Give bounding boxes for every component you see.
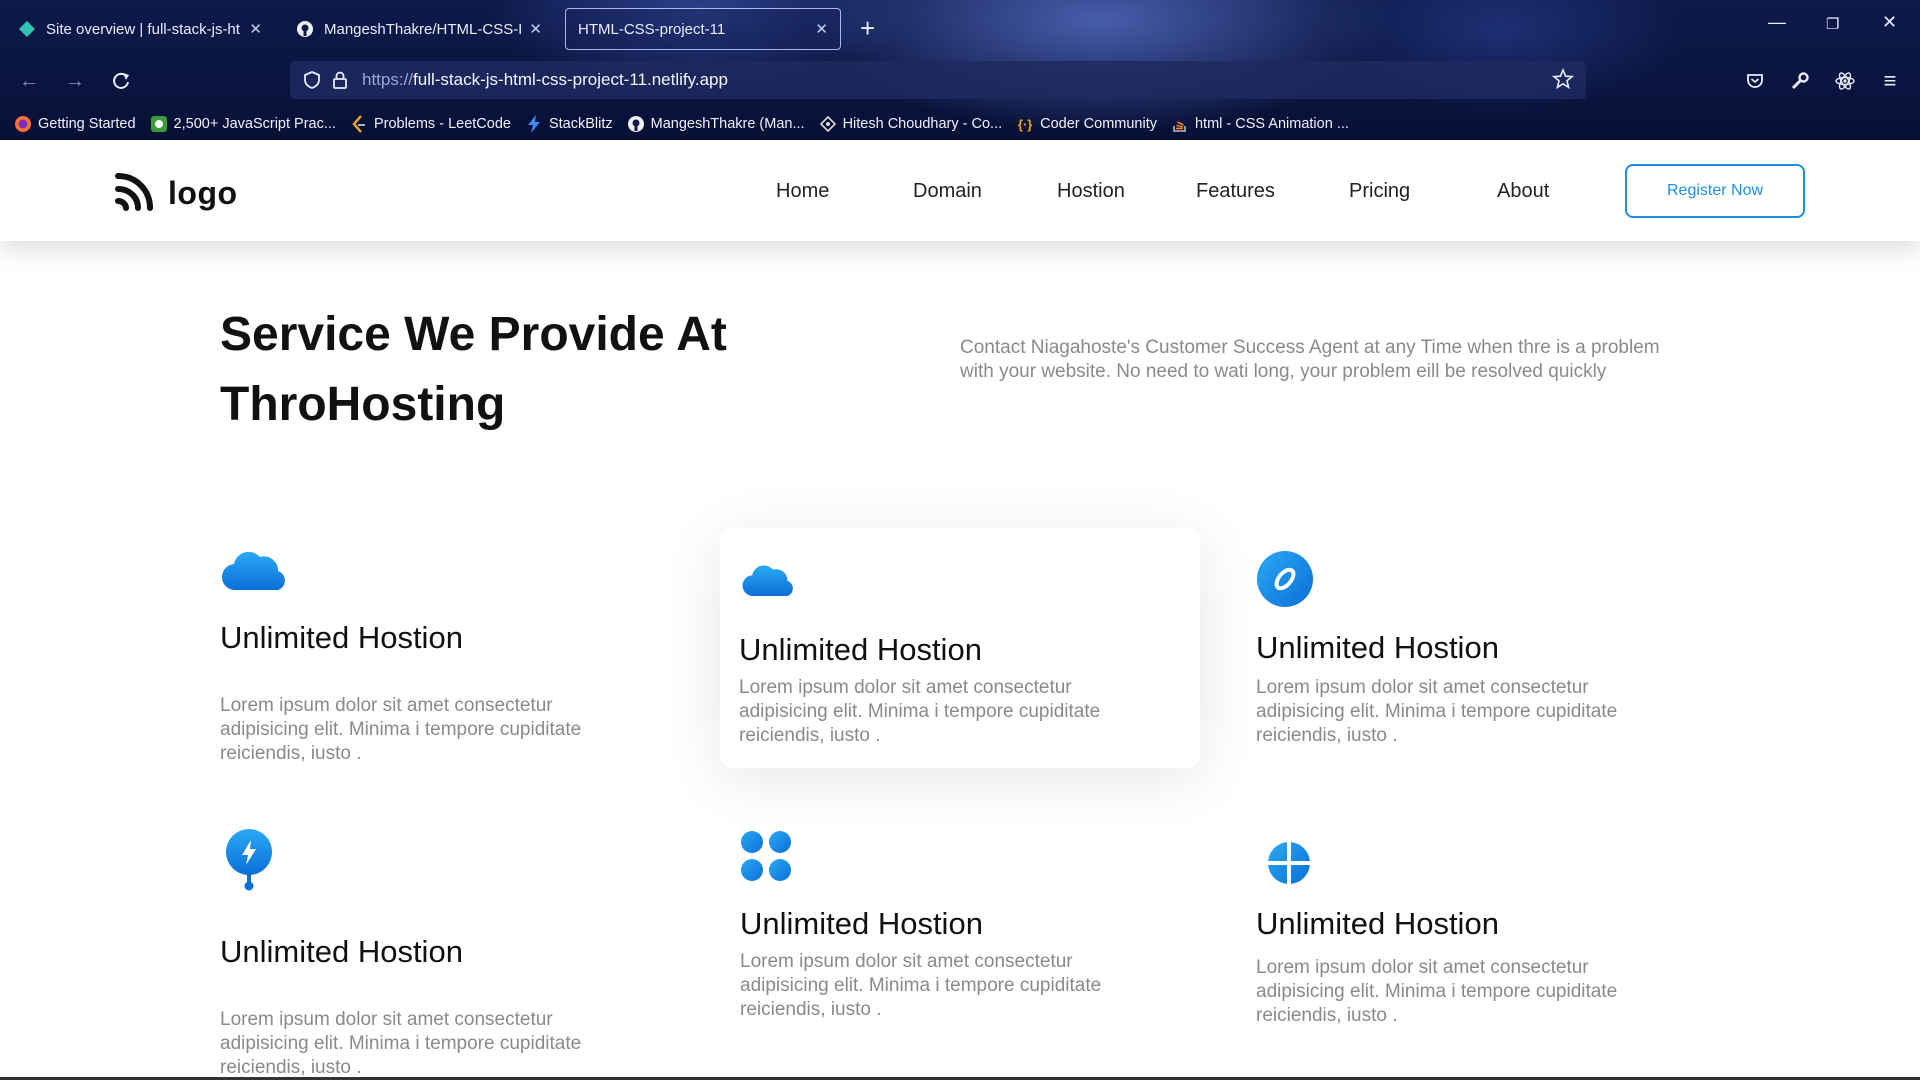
service-card: Unlimited Hostion Lorem ipsum dolor sit … — [740, 830, 1220, 1070]
section-title: Service We Provide At ThroHosting — [220, 308, 727, 431]
lock-icon[interactable] — [328, 68, 352, 92]
service-card: Unlimited Hostion Lorem ipsum dolor sit … — [1256, 550, 1736, 790]
minimize-icon[interactable]: — — [1768, 12, 1786, 33]
bookmark-label: Getting Started — [38, 116, 136, 132]
service-card: Unlimited Hostion Lorem ipsum dolor sit … — [220, 828, 700, 1078]
card-title: Unlimited Hostion — [1256, 906, 1499, 941]
card-text: Lorem ipsum dolor sit amet consectetur a… — [740, 951, 1102, 1020]
card-title: Unlimited Hostion — [220, 620, 463, 655]
stackoverflow-icon — [1171, 115, 1189, 133]
nav-domain[interactable]: Domain — [913, 180, 982, 203]
tab-active[interactable]: HTML-CSS-project-11 ✕ — [565, 8, 841, 50]
cloud-icon — [220, 540, 290, 605]
bookmark-item[interactable]: Hitesh Choudhary - Co... — [819, 115, 1003, 133]
tab-github[interactable]: MangeshThakre/HTML-CSS-Proj ✕ — [284, 8, 554, 50]
react-devtools-icon[interactable] — [1830, 66, 1860, 96]
site-logo[interactable]: logo — [114, 170, 238, 217]
forward-icon[interactable]: → — [60, 66, 90, 96]
nav-home[interactable]: Home — [776, 180, 829, 203]
close-icon[interactable]: ✕ — [815, 20, 828, 38]
bookmark-item[interactable]: Problems - LeetCode — [350, 115, 511, 133]
bookmark-item[interactable]: 2,500+ JavaScript Prac... — [150, 115, 336, 133]
bookmark-label: Hitesh Choudhary - Co... — [842, 116, 1003, 132]
bookmarks-bar: Getting Started 2,500+ JavaScript Prac..… — [0, 110, 1920, 138]
back-icon[interactable]: ← — [14, 66, 44, 96]
tab-title: Site overview | full-stack-js-html — [46, 20, 242, 38]
bookmark-label: html - CSS Animation ... — [1194, 116, 1349, 132]
bookmark-label: 2,500+ JavaScript Prac... — [173, 116, 336, 132]
menu-icon[interactable]: ≡ — [1875, 66, 1905, 96]
firefox-icon — [14, 115, 32, 133]
wrench-icon[interactable] — [1785, 66, 1815, 96]
leetcode-icon — [350, 115, 368, 133]
service-card: Unlimited Hostion Lorem ipsum dolor sit … — [1256, 840, 1736, 1080]
rocket-circle-icon — [1256, 550, 1314, 613]
bookmark-label: Coder Community — [1040, 116, 1157, 132]
bookmark-item[interactable]: {·} Coder Community — [1016, 115, 1157, 133]
url-text: https://full-stack-js-html-css-project-1… — [362, 70, 728, 90]
nav-pricing[interactable]: Pricing — [1349, 180, 1410, 203]
site-header: logo Home Domain Hostion Features Pricin… — [0, 140, 1920, 241]
pocket-icon[interactable] — [1740, 66, 1770, 96]
grid-dots-icon — [740, 830, 792, 887]
pie-chart-icon — [1266, 840, 1312, 891]
tab-site-overview[interactable]: Site overview | full-stack-js-html ✕ — [6, 8, 274, 50]
github-icon — [296, 20, 314, 38]
cloud-icon — [740, 556, 798, 609]
bookmark-label: Problems - LeetCode — [373, 116, 511, 132]
code-icon: {·} — [1017, 116, 1033, 132]
restore-icon[interactable]: ❐ — [1826, 15, 1839, 33]
window-close-icon[interactable]: ✕ — [1882, 12, 1897, 33]
card-text: Lorem ipsum dolor sit amet consectetur a… — [1256, 677, 1618, 746]
card-title: Unlimited Hostion — [1256, 630, 1499, 665]
reload-icon[interactable] — [106, 66, 136, 96]
web-page: logo Home Domain Hostion Features Pricin… — [0, 140, 1920, 1080]
card-text: Lorem ipsum dolor sit amet consectetur a… — [220, 1009, 582, 1078]
nav-about[interactable]: About — [1497, 180, 1549, 203]
github-icon — [627, 115, 645, 133]
section-description: Contact Niagahoste's Customer Success Ag… — [960, 337, 1660, 382]
bookmark-item[interactable]: MangeshThakre (Man... — [627, 115, 805, 133]
logo-text: logo — [168, 175, 238, 211]
lightning-pin-icon — [223, 828, 275, 899]
stackblitz-icon — [525, 115, 543, 133]
nav-hostion[interactable]: Hostion — [1057, 180, 1125, 203]
card-title: Unlimited Hostion — [739, 632, 982, 667]
register-now-button[interactable]: Register Now — [1625, 164, 1805, 218]
card-title: Unlimited Hostion — [220, 934, 463, 969]
w3resource-icon — [150, 115, 168, 133]
bookmark-label: StackBlitz — [548, 116, 613, 132]
card-title: Unlimited Hostion — [740, 906, 983, 941]
close-icon[interactable]: ✕ — [529, 20, 542, 38]
url-protocol: https:// — [362, 70, 414, 89]
hitesh-icon — [819, 115, 837, 133]
navigation-toolbar: ← → https://full-stack-js-html-css-proje… — [0, 58, 1920, 104]
bookmark-label: MangeshThakre (Man... — [650, 116, 805, 132]
shield-icon[interactable] — [300, 68, 324, 92]
close-icon[interactable]: ✕ — [249, 20, 262, 38]
bookmark-item[interactable]: Getting Started — [14, 115, 136, 133]
browser-chrome: Site overview | full-stack-js-html ✕ Man… — [0, 0, 1920, 140]
card-text: Lorem ipsum dolor sit amet consectetur a… — [739, 677, 1101, 746]
nav-features[interactable]: Features — [1196, 180, 1275, 203]
card-text: Lorem ipsum dolor sit amet consectetur a… — [220, 695, 582, 764]
url-bar[interactable]: https://full-stack-js-html-css-project-1… — [290, 61, 1586, 99]
tab-title: HTML-CSS-project-11 — [578, 20, 726, 38]
bookmark-star-icon[interactable] — [1551, 67, 1575, 95]
tab-title: MangeshThakre/HTML-CSS-Proj — [324, 20, 521, 38]
url-host: full-stack-js-html-css-project-11.netlif… — [413, 70, 728, 89]
bookmark-item[interactable]: html - CSS Animation ... — [1171, 115, 1349, 133]
logo-icon — [114, 170, 158, 217]
netlify-icon — [18, 20, 36, 38]
bookmark-item[interactable]: StackBlitz — [525, 115, 613, 133]
card-text: Lorem ipsum dolor sit amet consectetur a… — [1256, 957, 1618, 1026]
new-tab-button[interactable]: + — [860, 14, 875, 42]
service-card-featured: Unlimited Hostion Lorem ipsum dolor sit … — [720, 528, 1200, 768]
tab-bar: Site overview | full-stack-js-html ✕ Man… — [0, 0, 1920, 56]
